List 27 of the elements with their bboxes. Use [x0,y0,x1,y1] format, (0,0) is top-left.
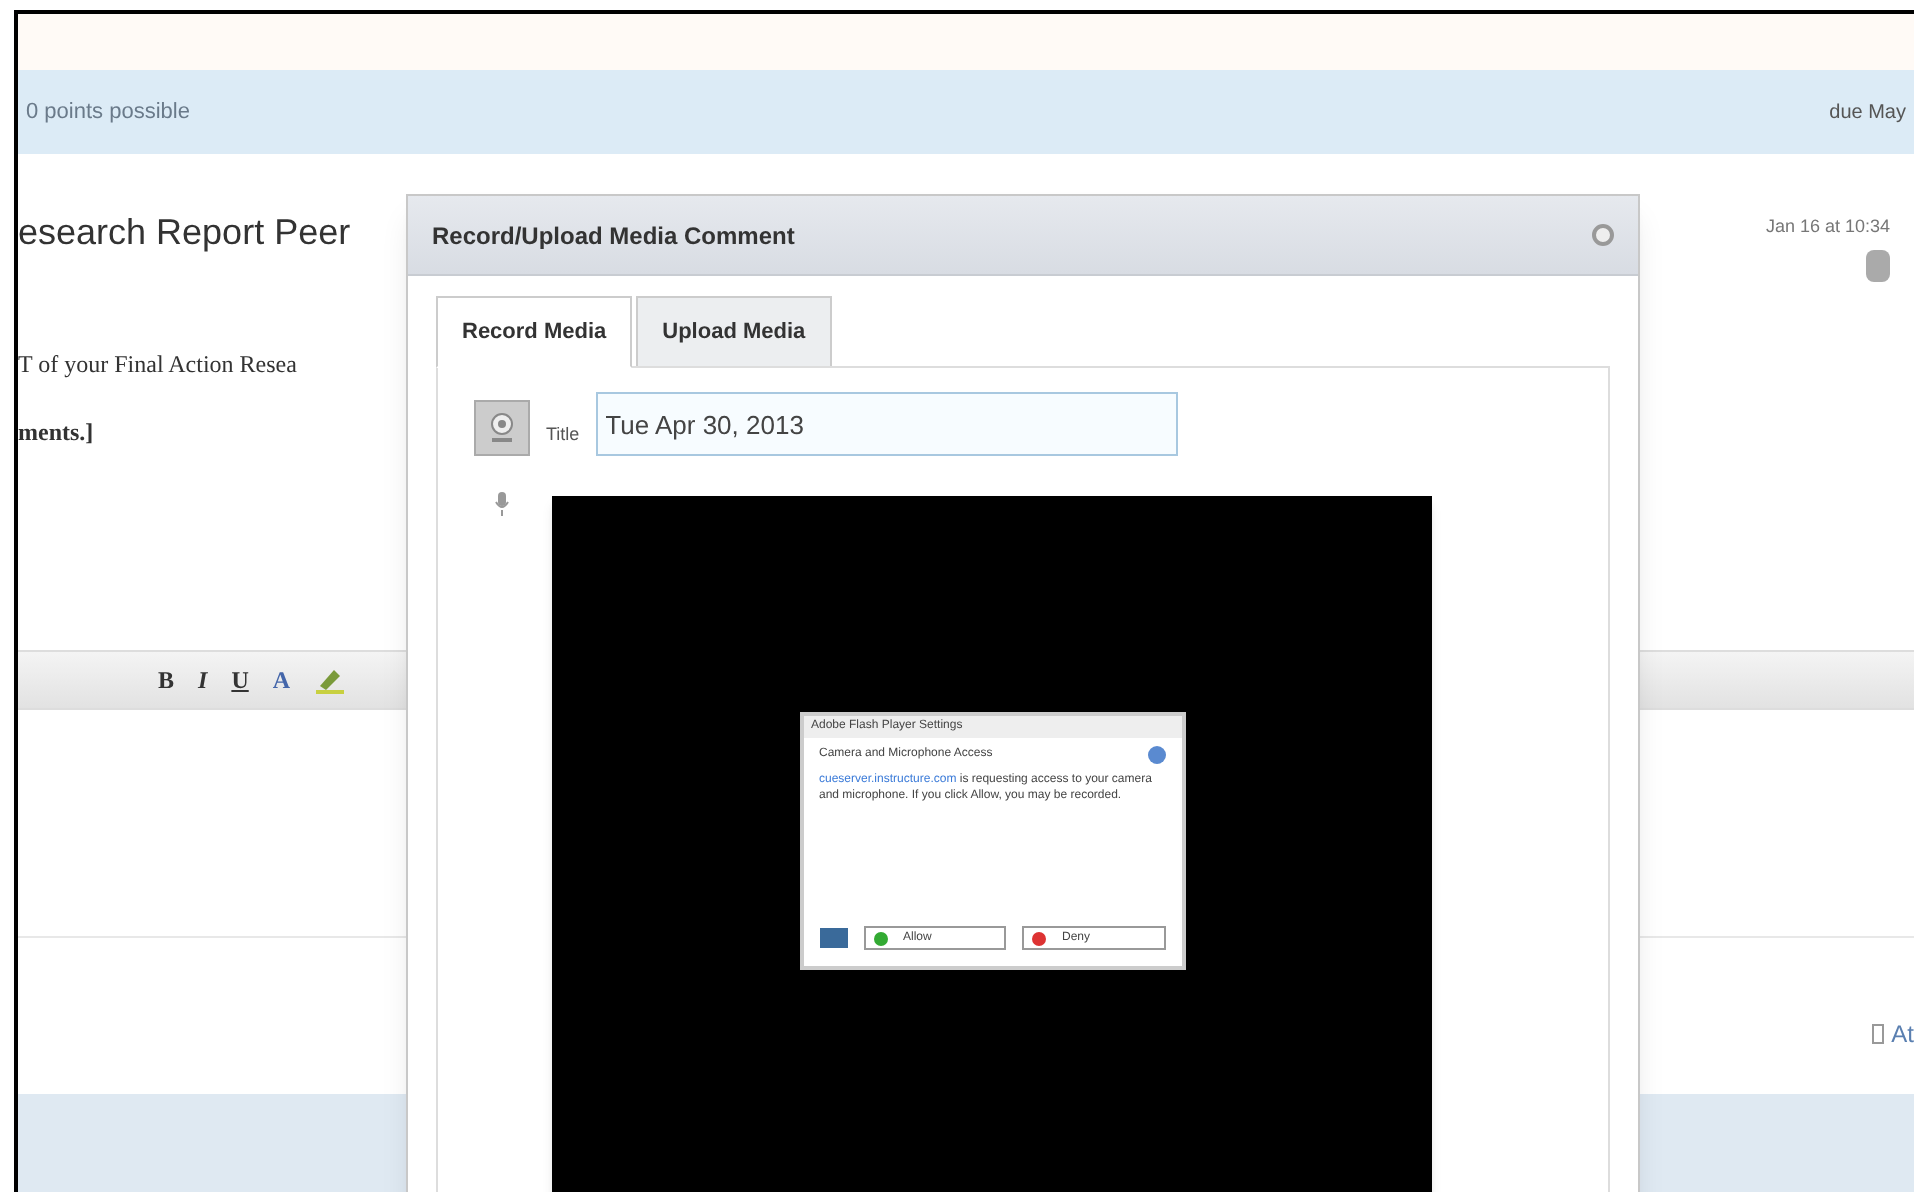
webcam-button[interactable] [474,400,530,456]
timestamp-text: Jan 16 at 10:34 [1765,214,1890,240]
title-label: Title [546,421,580,447]
help-icon[interactable] [1147,746,1165,764]
instruction-text: ments.] [18,415,94,449]
clip-icon [1871,1023,1884,1043]
highlighter-icon[interactable] [314,665,347,693]
attach-link[interactable]: At [1871,973,1914,1093]
title-input[interactable]: Tue Apr 30, 2013 [595,392,1178,456]
check-icon [873,931,887,945]
format-button[interactable]: B [158,661,175,697]
instruction-text: T of your Final Action Resea [18,347,297,381]
webcam-icon [488,412,516,444]
format-button[interactable]: I [198,661,208,697]
due-date-text: due May [1829,99,1906,127]
tab[interactable]: Upload Media [636,296,832,368]
close-icon[interactable] [1592,224,1614,246]
dialog-title: Record/Upload Media Comment [432,219,795,253]
microphone-icon [494,492,510,516]
points-text: 0 points possible [26,97,190,128]
action-icon[interactable] [1866,249,1890,281]
assignment-heading: esearch Report Peer [18,210,351,256]
deny-icon [1032,931,1046,945]
monitor-icon[interactable] [819,928,847,948]
format-button[interactable]: A [272,661,291,697]
format-button[interactable]: U [231,661,249,697]
tab[interactable]: Record Media [436,296,633,368]
